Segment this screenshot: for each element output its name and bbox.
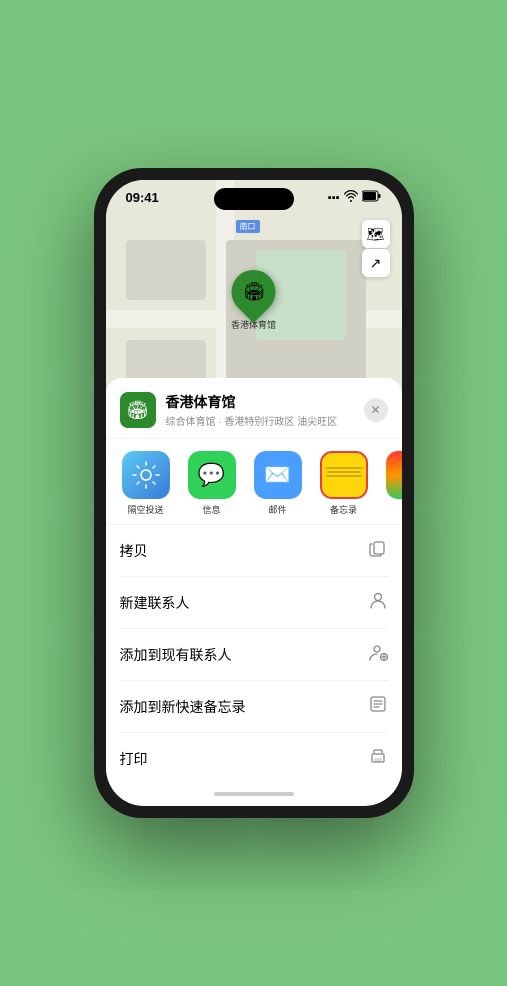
map-btn-group: 🗺 ↗ [362,220,390,277]
share-item-mail[interactable]: ✉️ 邮件 [248,451,308,516]
person-icon [368,590,388,615]
notes-label: 备忘录 [330,503,357,516]
action-print[interactable]: 打印 [120,733,388,784]
action-add-note-label: 添加到新快速备忘录 [120,697,246,717]
map-block-1 [126,240,206,300]
messages-label: 信息 [202,503,220,516]
action-add-note[interactable]: 添加到新快速备忘录 [120,681,388,733]
dynamic-island [214,188,294,210]
pin-icon-shape: 🏟 [222,261,284,323]
print-icon [368,746,388,771]
venue-name: 香港体育馆 [166,392,364,412]
bottom-sheet: 🏟 香港体育馆 综合体育馆 · 香港特别行政区 油尖旺区 ✕ [106,378,402,806]
action-add-contact-label: 添加到现有联系人 [120,645,232,665]
share-row: 隔空投送 💬 信息 ✉️ 邮件 [106,439,402,525]
more-icon [386,451,402,499]
share-item-notes[interactable]: 备忘录 [314,451,374,516]
location-pin: 🏟 香港体育馆 [231,270,276,331]
person-add-icon [368,642,388,667]
venue-info: 香港体育馆 综合体育馆 · 香港特别行政区 油尖旺区 [166,392,364,428]
notes-icon [320,451,368,499]
venue-desc: 综合体育馆 · 香港特别行政区 油尖旺区 [166,413,364,428]
mail-label: 邮件 [268,503,286,516]
map-station-label: 南口 [236,220,260,233]
phone-frame: 09:41 ▪▪▪ [94,168,414,818]
action-print-label: 打印 [120,749,148,769]
action-copy-label: 拷贝 [120,541,148,561]
venue-header: 🏟 香港体育馆 综合体育馆 · 香港特别行政区 油尖旺区 ✕ [106,378,402,439]
venue-icon: 🏟 [120,392,156,428]
airdrop-label: 隔空投送 [127,503,163,516]
close-button[interactable]: ✕ [364,398,388,422]
messages-icon: 💬 [188,451,236,499]
phone-screen: 09:41 ▪▪▪ [106,180,402,806]
copy-icon [368,538,388,563]
airdrop-icon [122,451,170,499]
action-new-contact-label: 新建联系人 [120,593,190,613]
share-item-airdrop[interactable]: 隔空投送 [116,451,176,516]
share-item-messages[interactable]: 💬 信息 [182,451,242,516]
close-icon: ✕ [370,403,380,417]
action-add-contact[interactable]: 添加到现有联系人 [120,629,388,681]
signal-icon: ▪▪▪ [328,192,340,204]
mail-icon: ✉️ [254,451,302,499]
action-new-contact[interactable]: 新建联系人 [120,577,388,629]
share-item-more[interactable]: 推 [380,451,402,516]
action-copy[interactable]: 拷贝 [120,525,388,577]
pin-icon-inner: 🏟 [242,282,265,303]
status-icons: ▪▪▪ [328,190,382,205]
note-icon [368,694,388,719]
battery-icon [362,190,382,205]
map-style-button[interactable]: 🗺 [362,220,390,248]
wifi-icon [344,190,358,205]
action-list: 拷贝 新建联系人 [106,525,402,784]
status-time: 09:41 [126,190,159,205]
home-indicator [214,792,294,796]
map-location-button[interactable]: ↗ [362,249,390,277]
